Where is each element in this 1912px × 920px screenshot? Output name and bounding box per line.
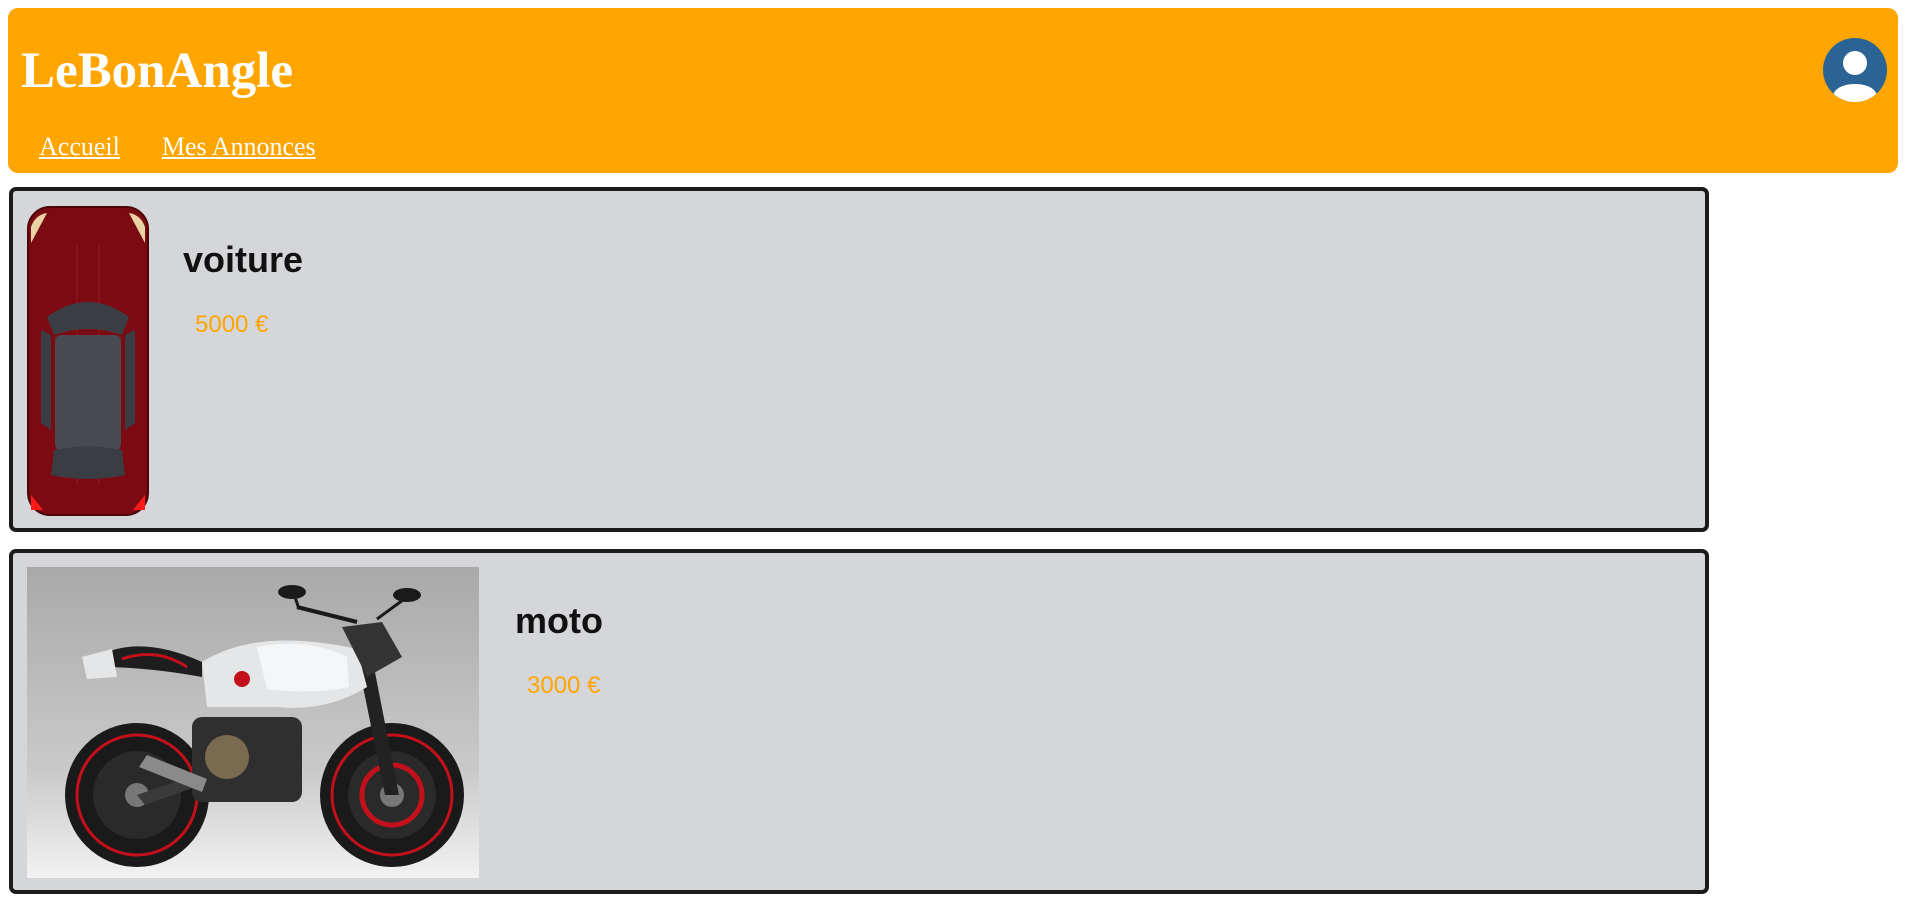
nav-link-accueil[interactable]: Accueil [39,132,120,162]
car-image [27,205,149,516]
listing-card[interactable]: moto 3000 € [9,549,1709,894]
user-avatar-icon[interactable] [1823,38,1887,102]
listing-price: 5000 € [195,311,269,338]
site-header: LeBonAngle Accueil Mes Annonces [8,8,1898,173]
motorcycle-image [27,567,479,878]
nav-link-mes-annonces[interactable]: Mes Annonces [162,132,316,162]
listing-card[interactable]: voiture 5000 € [9,187,1709,532]
listing-price: 3000 € [527,672,601,699]
listing-title[interactable]: moto [515,603,603,639]
site-title: LeBonAngle [21,43,294,99]
listing-title[interactable]: voiture [183,242,303,278]
main-nav: Accueil Mes Annonces [39,132,316,162]
